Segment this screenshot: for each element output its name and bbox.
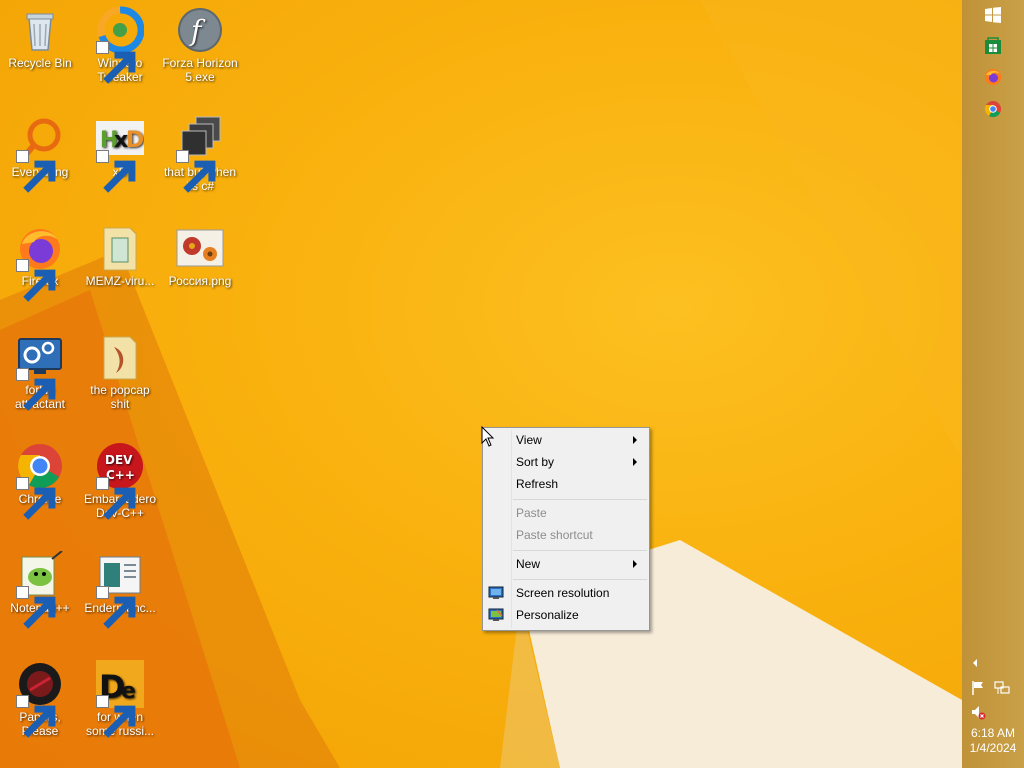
submenu-arrow-icon xyxy=(633,458,637,466)
image-file-icon xyxy=(176,229,224,267)
menu-item-label: New xyxy=(516,557,541,571)
desktop-icon-recycle-bin[interactable]: Recycle Bin xyxy=(0,0,80,70)
shortcut-arrow-icon xyxy=(96,586,136,629)
desktop-icon-everything[interactable]: Everything xyxy=(0,109,80,193)
desktop-icon-winaero-tweaker[interactable]: Winaero Tweaker xyxy=(80,0,160,84)
desktop-icon-firefox[interactable]: Firefox xyxy=(0,218,80,302)
mouse-cursor-icon xyxy=(481,426,495,447)
desktop-icon-for-when-some-russi[interactable]: D e for when some russi... xyxy=(80,654,160,738)
svg-text:D: D xyxy=(126,128,144,153)
flash-player-icon: f xyxy=(178,8,222,52)
desktop-icon-endermanch[interactable]: Endermanc... xyxy=(80,545,160,629)
taskbar xyxy=(962,0,1024,768)
desktop-icon-chrome[interactable]: Chrome xyxy=(0,436,80,520)
shortcut-arrow-icon xyxy=(176,150,216,193)
recycle-bin-icon xyxy=(26,13,54,51)
desktop-icon-forkie-attractant[interactable]: forkie attractant xyxy=(0,327,80,411)
personalize-icon xyxy=(488,608,504,621)
submenu-arrow-icon xyxy=(633,436,637,444)
store-icon[interactable] xyxy=(984,37,1002,55)
taskbar-clock[interactable]: 6:18 AM 1/4/2024 xyxy=(962,726,1024,756)
menu-separator xyxy=(513,550,647,551)
desktop-icon-embarcadero-dev-cpp[interactable]: DEV C++ Embarcadero Dev-C++ xyxy=(80,436,160,520)
folder-icon xyxy=(103,227,137,271)
shortcut-arrow-icon xyxy=(16,368,56,411)
desktop-icon-label: MEMZ-viru... xyxy=(85,274,155,288)
menu-separator xyxy=(513,499,647,500)
network-icon[interactable] xyxy=(994,680,1010,696)
desktop-icon-label: Forza Horizon 5.exe xyxy=(162,56,238,84)
chrome-taskbar-icon[interactable] xyxy=(984,100,1002,118)
desktop-icon-the-popcap-shit[interactable]: the popcap shit xyxy=(80,327,160,411)
shortcut-arrow-icon xyxy=(16,477,56,520)
clock-time: 6:18 AM xyxy=(970,726,1016,740)
desktop-icon-label: the popcap shit xyxy=(90,383,150,411)
menu-item-paste-shortcut[interactable]: Paste shortcut xyxy=(483,524,647,546)
menu-item-sort-by[interactable]: Sort by xyxy=(483,451,647,473)
shortcut-arrow-icon xyxy=(16,695,56,738)
menu-item-label: Paste shortcut xyxy=(516,528,593,542)
menu-item-label: Personalize xyxy=(516,608,579,622)
menu-item-label: Refresh xyxy=(516,477,559,491)
shortcut-arrow-icon xyxy=(16,150,56,193)
desktop-icon-label: Россия.png xyxy=(168,274,232,288)
menu-item-personalize[interactable]: Personalize xyxy=(483,604,647,626)
desktop-icon-papers-please[interactable]: Papers, Please xyxy=(0,654,80,738)
menu-item-label: Screen resolution xyxy=(516,586,610,600)
menu-item-label: View xyxy=(516,433,542,447)
menu-item-view[interactable]: View xyxy=(483,429,647,451)
menu-separator xyxy=(513,579,647,580)
menu-item-refresh[interactable]: Refresh xyxy=(483,473,647,495)
volume-muted-icon[interactable] xyxy=(970,704,986,720)
menu-item-label: Paste xyxy=(516,506,547,520)
desktop-icon-xd[interactable]: H x D xD xyxy=(80,109,160,193)
menu-item-label: Sort by xyxy=(516,455,555,469)
shortcut-arrow-icon xyxy=(16,259,56,302)
desktop-icon-memz-virus[interactable]: MEMZ-viru... xyxy=(80,218,160,288)
desktop-icon-rossiya-png[interactable]: Россия.png xyxy=(160,218,240,288)
desktop-icon-notepad-plus-plus[interactable]: Notepad++ xyxy=(0,545,80,629)
desktop-context-menu: View Sort by Refresh Paste Paste shortcu… xyxy=(482,427,650,631)
shortcut-arrow-icon xyxy=(96,477,136,520)
desktop-icon-forza-horizon[interactable]: f Forza Horizon 5.exe xyxy=(160,0,240,84)
shortcut-arrow-icon xyxy=(96,150,136,193)
shortcut-arrow-icon xyxy=(96,695,136,738)
folder-icon xyxy=(103,336,137,380)
windows-start-icon[interactable] xyxy=(984,6,1002,24)
shortcut-arrow-icon xyxy=(96,41,136,84)
menu-item-screen-resolution[interactable]: Screen resolution xyxy=(483,582,647,604)
display-settings-icon xyxy=(488,586,504,599)
submenu-arrow-icon xyxy=(633,560,637,568)
action-center-flag-icon[interactable] xyxy=(970,680,986,696)
svg-text:DEV: DEV xyxy=(105,453,133,467)
menu-item-paste[interactable]: Paste xyxy=(483,502,647,524)
desktop-icon-that-but-when-its-csharp[interactable]: that but when its c# xyxy=(160,109,240,193)
shortcut-arrow-icon xyxy=(16,586,56,629)
desktop-icon-label: Recycle Bin xyxy=(8,56,72,70)
menu-item-new[interactable]: New xyxy=(483,553,647,575)
clock-date: 1/4/2024 xyxy=(969,741,1017,755)
show-hidden-icons-chevron[interactable] xyxy=(971,658,979,668)
desktop[interactable]: Recycle Bin Everything Firefox forkie at… xyxy=(0,0,962,768)
firefox-taskbar-icon[interactable] xyxy=(984,68,1002,86)
